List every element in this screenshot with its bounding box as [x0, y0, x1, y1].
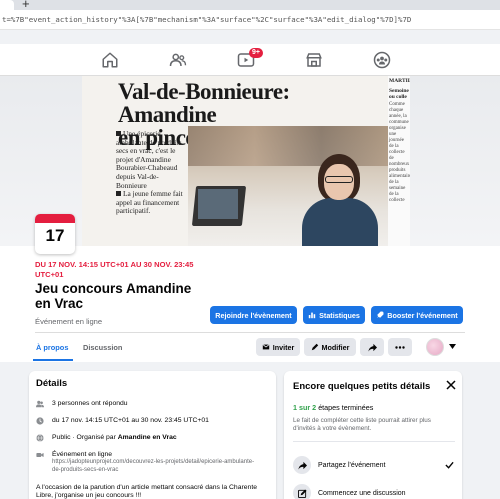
bullet-square-icon [116, 191, 121, 197]
bullet-square-icon [116, 131, 121, 136]
friends-icon[interactable] [169, 51, 187, 69]
side-column-text: Comme chaque année, la commune organise … [389, 102, 410, 203]
edit-label: Modifier [321, 342, 350, 352]
share-arrow-icon [297, 461, 307, 470]
newspaper-photo [188, 126, 388, 246]
home-icon[interactable] [101, 51, 119, 69]
event-type: Événement en ligne [35, 317, 103, 326]
date-badge-day: 17 [45, 226, 65, 245]
side-column-heading-2: Semoine ou colle [389, 88, 409, 100]
people-icon [36, 400, 44, 408]
progress-count: 1 sur 2 [293, 403, 317, 412]
headline-line-1: Val-de-Bonnieure: Amandine [118, 79, 290, 127]
page-avatar [426, 338, 444, 356]
statistics-label: Statistiques [319, 310, 360, 320]
tab-discussion[interactable]: Discussion [83, 343, 122, 352]
browser-tab[interactable] [0, 0, 14, 10]
event-description: A l'occasion de la parution d'un article… [36, 484, 257, 499]
online-url-link[interactable]: https://jadopteunprojet.com/decouvrez-le… [52, 459, 262, 474]
checklist-divider [293, 441, 455, 442]
photo-person [298, 154, 378, 246]
clock-icon [36, 417, 44, 425]
boost-event-button[interactable]: Booster l'événement [371, 306, 463, 324]
statistics-button[interactable]: Statistiques [303, 306, 365, 324]
chart-icon [308, 312, 316, 319]
share-icon-circle [293, 456, 311, 474]
step-discussion-label: Commencez une discussion [318, 489, 406, 497]
invite-button[interactable]: Inviter [256, 338, 300, 356]
pencil-icon [311, 343, 318, 351]
checklist-hint: Le fait de compléter cette liste pourrai… [293, 417, 431, 432]
cover-photo[interactable]: Val-de-Bonnieure: Amandine en pince pour… [82, 76, 410, 246]
rocket-icon [377, 311, 384, 318]
step-share-label: Partagez l'événement [318, 461, 386, 469]
active-tab-indicator [33, 359, 73, 361]
envelope-icon [262, 344, 270, 350]
share-arrow-icon [367, 343, 377, 352]
join-event-label: Rejoindre l'évènement [215, 310, 292, 320]
more-dots-icon [395, 345, 405, 349]
date-badge: 17 [35, 214, 75, 254]
organizer-link[interactable]: Amandine en Vrac [118, 434, 177, 441]
step-share-event[interactable]: Partagez l'événement [293, 456, 455, 474]
photo-glasses [325, 176, 353, 183]
side-column-heading: MARTIL [389, 78, 410, 84]
step-start-discussion[interactable]: Commencez une discussion [293, 484, 455, 499]
header-divider [35, 332, 465, 333]
invite-label: Inviter [272, 342, 295, 352]
url-text[interactable]: t=%7B"event_action_history"%3A[%7B"mecha… [2, 15, 498, 24]
checkmark-icon [445, 461, 454, 469]
details-title: Détails [36, 378, 68, 389]
address-bar[interactable]: t=%7B"event_action_history"%3A[%7B"mecha… [0, 10, 500, 30]
caption-text-1: Une épicerie ambulante de produits secs … [116, 129, 182, 190]
globe-icon [36, 434, 44, 442]
boost-event-label: Booster l'événement [387, 310, 458, 320]
dates-text: du 17 nov. 14:15 UTC+01 au 30 nov. 23:45… [52, 417, 209, 424]
details-card: Détails 3 personnes ont répondu du 17 no… [29, 371, 276, 499]
close-icon[interactable] [446, 380, 456, 390]
event-title: Jeu concours Amandine en Vrac [35, 281, 192, 311]
share-button[interactable] [360, 338, 384, 356]
compose-icon [297, 488, 307, 498]
join-event-button[interactable]: Rejoindre l'évènement [210, 306, 297, 324]
page-switcher[interactable] [426, 338, 462, 356]
checklist-title: Encore quelques petits détails [293, 381, 431, 392]
privacy-text: Public · Organisé par [52, 434, 116, 441]
groups-icon[interactable] [373, 51, 391, 69]
checklist-progress: 1 sur 2 étapes terminées [293, 403, 373, 412]
chevron-down-icon [449, 344, 456, 349]
tab-about[interactable]: À propos [36, 343, 68, 352]
progress-label: étapes terminées [318, 403, 374, 412]
marketplace-icon[interactable] [305, 51, 323, 69]
browser-tabstrip: + [0, 0, 500, 11]
responses-text: 3 personnes ont répondu [52, 400, 128, 407]
more-options-button[interactable] [388, 338, 412, 356]
discussion-icon-circle [293, 484, 311, 499]
photo-body [302, 198, 378, 246]
date-badge-top [35, 214, 75, 223]
newspaper-side-column: MARTIL Semoine ou colle Comme chaque ann… [388, 76, 410, 246]
watch-notification-badge: 9+ [249, 48, 263, 58]
edit-button[interactable]: Modifier [304, 338, 356, 356]
event-date: DU 17 NOV. 14:15 UTC+01 AU 30 NOV. 23:45… [35, 260, 194, 279]
video-camera-icon [36, 453, 44, 457]
newspaper-caption: Une épicerie ambulante de produits secs … [116, 129, 186, 216]
photo-laptop-screen [198, 189, 238, 219]
caption-text-2: La jeune femme fait appel au financement… [116, 189, 183, 216]
